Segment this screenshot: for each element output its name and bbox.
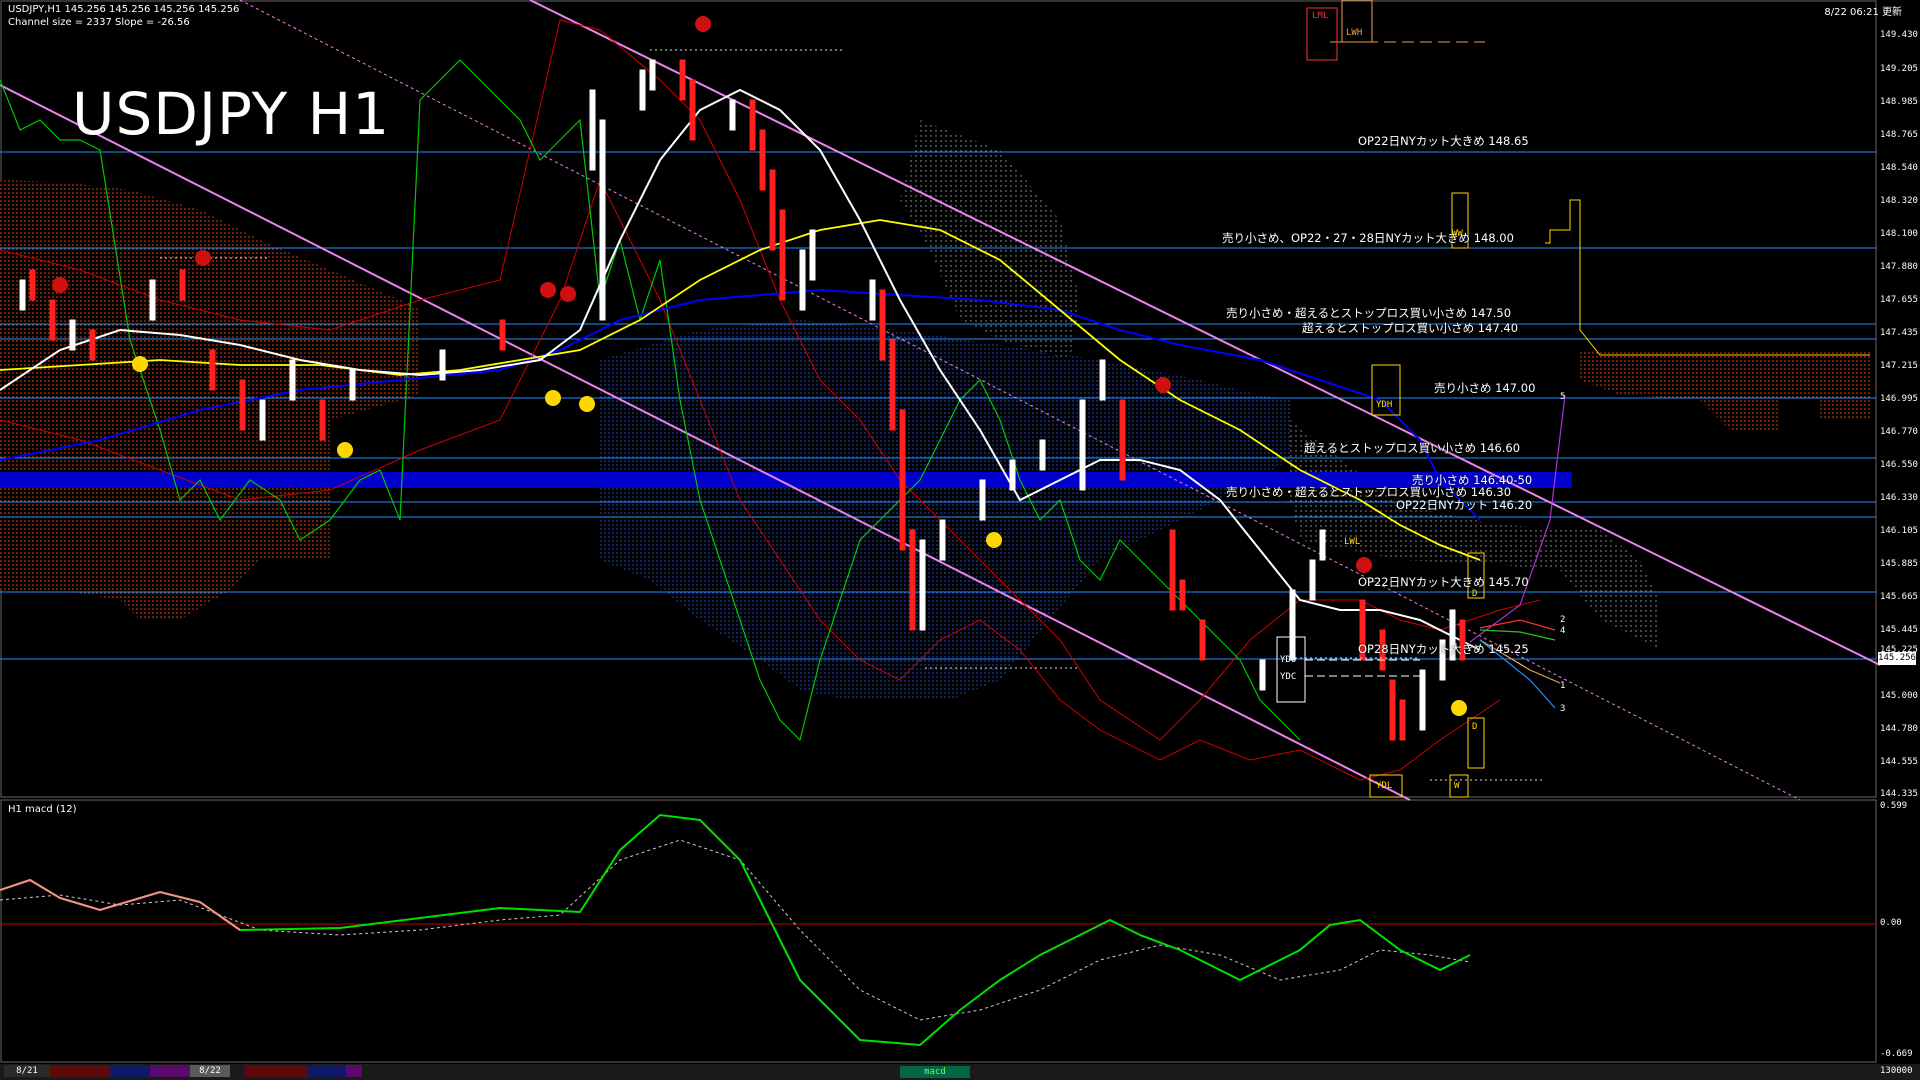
price-tick: 148.985: [1880, 97, 1918, 107]
price-tick: 147.435: [1880, 328, 1918, 338]
ydh-badge: YDH: [1376, 400, 1392, 410]
server-time: 8/22 06:21 更新: [1824, 3, 1902, 18]
session-segment: [308, 1065, 346, 1077]
channel-info: Channel size = 2337 Slope = -26.56: [8, 17, 190, 28]
ichimoku-cloud-red-right: [1580, 350, 1870, 430]
price-tick: 145.000: [1880, 691, 1918, 701]
macd-signal-line: [0, 840, 1470, 1020]
session-segment: [50, 1065, 110, 1077]
ww-badge: WW: [1452, 229, 1463, 239]
session-segment: [110, 1065, 150, 1077]
level-label: 売り小さめ・超えるとストップロス買い小さめ 147.50: [1226, 305, 1511, 321]
symbol-header: USDJPY,H1 145.256 145.256 145.256 145.25…: [8, 4, 239, 15]
price-tick: 149.430: [1880, 30, 1918, 40]
ydl-badge: YDL: [1376, 781, 1392, 791]
price-tick: 146.550: [1880, 460, 1918, 470]
trend-midline: [240, 0, 1800, 800]
macd-line-down: [0, 880, 240, 930]
lwl-badge: LWL: [1344, 537, 1360, 547]
macd-line-up: [0, 815, 1470, 1045]
pivot-label: 2: [1560, 615, 1565, 625]
lwh-badge: LWH: [1346, 28, 1362, 38]
macd-tab[interactable]: macd: [900, 1066, 970, 1078]
price-tick: 148.540: [1880, 163, 1918, 173]
level-label: OP22日NYカット大きめ 145.70: [1358, 574, 1529, 590]
price-tick: 144.780: [1880, 724, 1918, 734]
price-tick: 144.335: [1880, 789, 1918, 799]
level-label: OP22日NYカット 146.20: [1396, 497, 1532, 513]
chart-title: USDJPY H1: [72, 80, 390, 148]
date-label: 8/22: [190, 1065, 230, 1077]
bottom-value: 130000: [1880, 1066, 1913, 1076]
price-tick: 147.215: [1880, 361, 1918, 371]
price-tick: 145.885: [1880, 559, 1918, 569]
price-tick: 146.995: [1880, 394, 1918, 404]
level-label: OP28日NYカット大きめ 145.25: [1358, 641, 1529, 657]
pivot-label: 1: [1560, 681, 1565, 691]
ydo-badge: YDO: [1280, 655, 1296, 665]
price-tick: 146.770: [1880, 427, 1918, 437]
price-tick: 149.205: [1880, 64, 1918, 74]
macd-label: H1 macd (12): [8, 804, 76, 815]
price-tick: 146.330: [1880, 493, 1918, 503]
level-label: 売り小さめ 147.00: [1434, 380, 1535, 396]
macd-tick: 0.599: [1880, 801, 1907, 811]
price-tick: 148.100: [1880, 229, 1918, 239]
pivot-label: 5: [1560, 392, 1565, 402]
lml-badge: LML: [1312, 11, 1328, 21]
pivot-label: 3: [1560, 704, 1565, 714]
ydc-badge: YDC: [1280, 672, 1296, 682]
price-tick: 148.320: [1880, 196, 1918, 206]
level-label: 売り小さめ、OP22・27・28日NYカット大きめ 148.00: [1222, 230, 1514, 246]
level-label: 超えるとストップロス買い小さめ 146.60: [1304, 440, 1520, 456]
price-tick: 146.105: [1880, 526, 1918, 536]
session-segment: [150, 1065, 190, 1077]
price-tick: 144.555: [1880, 757, 1918, 767]
price-tick: 147.880: [1880, 262, 1918, 272]
macd-tick: -0.669: [1880, 1049, 1913, 1059]
price-tick: 145.665: [1880, 592, 1918, 602]
macd-tick: 0.00: [1880, 918, 1902, 928]
price-tick: 145.445: [1880, 625, 1918, 635]
price-tick: 147.655: [1880, 295, 1918, 305]
level-label: OP22日NYカット大きめ 148.65: [1358, 133, 1529, 149]
session-segment: [346, 1065, 362, 1077]
price-tick: 148.765: [1880, 130, 1918, 140]
price-chart[interactable]: [0, 0, 1920, 1080]
session-segment: [244, 1065, 308, 1077]
d-badge: D: [1472, 722, 1477, 732]
d-badge: D: [1472, 589, 1477, 599]
w-badge: W: [1454, 781, 1459, 791]
ichimoku-cloud-red: [0, 180, 420, 620]
level-label: 超えるとストップロス買い小さめ 147.40: [1302, 320, 1518, 336]
current-price-tag: 145.256: [1878, 652, 1916, 665]
date-label: 8/21: [4, 1065, 50, 1077]
pivot-label: 4: [1560, 626, 1565, 636]
